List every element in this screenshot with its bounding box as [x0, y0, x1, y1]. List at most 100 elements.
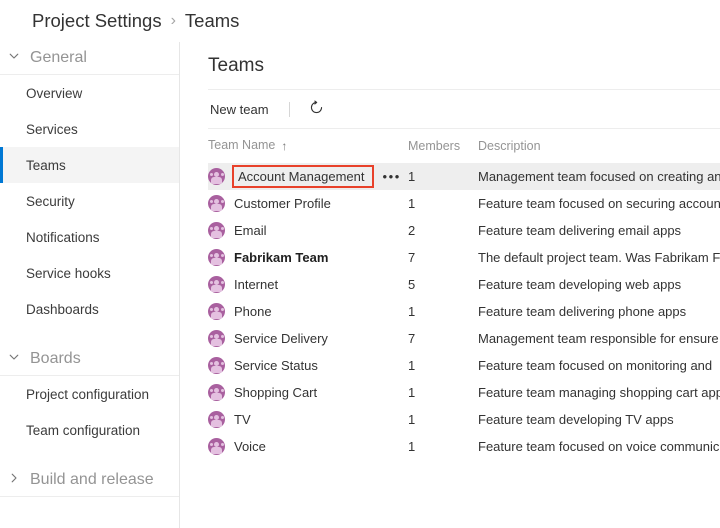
breadcrumb-current[interactable]: Teams	[185, 11, 240, 31]
team-name-link[interactable]: Email	[234, 224, 267, 237]
team-name-link[interactable]: Voice	[234, 440, 266, 453]
team-name-wrap: Shopping Cart	[234, 386, 317, 399]
sidebar-item-service-hooks[interactable]: Service hooks	[0, 255, 179, 291]
cell-description: Feature team delivering phone apps	[478, 304, 687, 319]
cell-members-count: 5	[408, 277, 416, 292]
cell-members-count: 1	[408, 163, 478, 190]
team-avatar-icon	[208, 330, 225, 347]
sidebar-item-label: Dashboards	[26, 301, 99, 317]
settings-sidebar: General Overview Services Teams Security Noti…	[0, 42, 180, 528]
team-avatar-icon	[208, 276, 225, 293]
cell-team-name[interactable]: Phone	[208, 298, 408, 325]
team-name-link[interactable]: Service Status	[234, 359, 318, 372]
cell-description: The default project team. Was Fabrikam F…	[478, 250, 720, 265]
table-row[interactable]: Account Management ••• 1 Management team fo…	[208, 163, 720, 190]
cell-team-name[interactable]: Email	[208, 217, 408, 244]
cell-team-name[interactable]: Fabrikam Team	[208, 244, 408, 271]
table-row[interactable]: Voice 1 Feature team focused on voice comm…	[208, 433, 720, 460]
column-header-description[interactable]: Description	[478, 129, 720, 163]
cell-members-count: 7	[408, 331, 416, 346]
sidebar-item-services[interactable]: Services	[0, 111, 179, 147]
table-row[interactable]: Service Delivery 7 Management team respons…	[208, 325, 720, 352]
team-name-cell-content: Voice	[208, 433, 408, 460]
cell-team-name[interactable]: Service Delivery	[208, 325, 408, 352]
toolbar-divider	[288, 101, 290, 117]
team-name-cell-content: TV	[208, 406, 408, 433]
cell-team-name[interactable]: Shopping Cart	[208, 379, 408, 406]
team-avatar-icon	[208, 249, 225, 266]
sidebar-item-label: Services	[26, 121, 78, 137]
page-title: Teams	[208, 55, 264, 76]
sidebar-item-security[interactable]: Security	[0, 183, 179, 219]
team-name-cell-content: Service Status	[208, 352, 408, 379]
sidebar-item-overview[interactable]: Overview	[0, 75, 179, 111]
sidebar-item-label: Overview	[26, 85, 83, 101]
teams-table: Team Name ↑ Members Description Account M…	[208, 129, 720, 460]
table-row[interactable]: Fabrikam Team 7 The default project team. …	[208, 244, 720, 271]
breadcrumb-root[interactable]: Project Settings	[32, 11, 162, 31]
chevron-down-icon	[8, 50, 24, 66]
sidebar-item-teams[interactable]: Teams	[0, 147, 179, 183]
team-name-link[interactable]: Fabrikam Team	[234, 251, 328, 264]
team-name-cell-content: Customer Profile	[208, 190, 408, 217]
team-name-link[interactable]: Customer Profile	[234, 197, 331, 210]
table-row[interactable]: Service Status 1 Feature team focused on m…	[208, 352, 720, 379]
team-name-cell-content: Email	[208, 217, 408, 244]
table-row[interactable]: TV 1 Feature team developing TV apps	[208, 406, 720, 433]
cell-description: Feature team developing web apps	[478, 277, 682, 292]
cell-description: Feature team delivering email apps	[478, 223, 682, 238]
sidebar-group-build-and-release[interactable]: Build and release	[0, 464, 179, 497]
sidebar-item-notifications[interactable]: Notifications	[0, 219, 179, 255]
team-name-link[interactable]: Service Delivery	[234, 332, 328, 345]
sidebar-item-label: Teams	[26, 157, 66, 173]
cell-team-name[interactable]: TV	[208, 406, 408, 433]
table-row[interactable]: Customer Profile 1 Feature team focused on…	[208, 190, 720, 217]
team-avatar-icon	[208, 222, 225, 239]
team-name-link[interactable]: Internet	[234, 278, 278, 291]
team-avatar-icon	[208, 303, 225, 320]
team-name-cell-content: Internet	[208, 271, 408, 298]
team-name-cell-content: Shopping Cart	[208, 379, 408, 406]
table-row[interactable]: Phone 1 Feature team delivering phone apps	[208, 298, 720, 325]
team-avatar-icon	[208, 195, 225, 212]
refresh-button[interactable]	[306, 98, 328, 120]
team-name-link[interactable]: Account Management	[238, 170, 364, 183]
team-name-link[interactable]: TV	[234, 413, 251, 426]
table-row[interactable]: Shopping Cart 1 Feature team managing shop…	[208, 379, 720, 406]
team-name-wrap: Service Delivery	[234, 332, 328, 345]
sidebar-group-general[interactable]: General	[0, 42, 179, 75]
row-context-menu-icon[interactable]: •••	[382, 169, 400, 185]
cell-team-name[interactable]: Internet	[208, 271, 408, 298]
column-header-members[interactable]: Members	[408, 129, 478, 163]
chevron-right-icon	[8, 472, 24, 488]
team-name-wrap: TV	[234, 413, 251, 426]
cell-team-name[interactable]: Customer Profile	[208, 190, 408, 217]
team-avatar-icon	[208, 384, 225, 401]
sidebar-group-spacer	[0, 448, 179, 464]
sidebar-item-project-configuration[interactable]: Project configuration	[0, 376, 179, 412]
team-name-cell-content: Fabrikam Team	[208, 244, 408, 271]
column-header-team-name[interactable]: Team Name ↑	[208, 129, 408, 163]
sidebar-item-dashboards[interactable]: Dashboards	[0, 291, 179, 327]
team-name-cell-content: Phone	[208, 298, 408, 325]
cell-members-count: 1	[408, 304, 416, 319]
team-name-wrap: Service Status	[234, 359, 318, 372]
table-header-row: Team Name ↑ Members Description	[208, 129, 720, 163]
team-name-link[interactable]: Phone	[234, 305, 272, 318]
cell-team-name[interactable]: Service Status	[208, 352, 408, 379]
main-content: Teams New team Team Name ↑ Members Descr…	[180, 42, 720, 528]
sidebar-group-boards[interactable]: Boards	[0, 343, 179, 376]
team-name-wrap: Internet	[234, 278, 278, 291]
sidebar-item-label: Project configuration	[26, 386, 150, 402]
table-row[interactable]: Internet 5 Feature team developing web app…	[208, 271, 720, 298]
cell-team-name[interactable]: Account Management •••	[208, 163, 408, 190]
cell-members-count: 1	[408, 385, 416, 400]
team-name-link[interactable]: Shopping Cart	[234, 386, 317, 399]
new-team-button[interactable]: New team	[208, 99, 271, 120]
sort-ascending-icon: ↑	[281, 139, 288, 153]
sidebar-item-team-configuration[interactable]: Team configuration	[0, 412, 179, 448]
team-name-wrap: Fabrikam Team	[234, 251, 328, 264]
cell-team-name[interactable]: Voice	[208, 433, 408, 460]
team-avatar-icon	[208, 168, 225, 185]
table-row[interactable]: Email 2 Feature team delivering email apps	[208, 217, 720, 244]
